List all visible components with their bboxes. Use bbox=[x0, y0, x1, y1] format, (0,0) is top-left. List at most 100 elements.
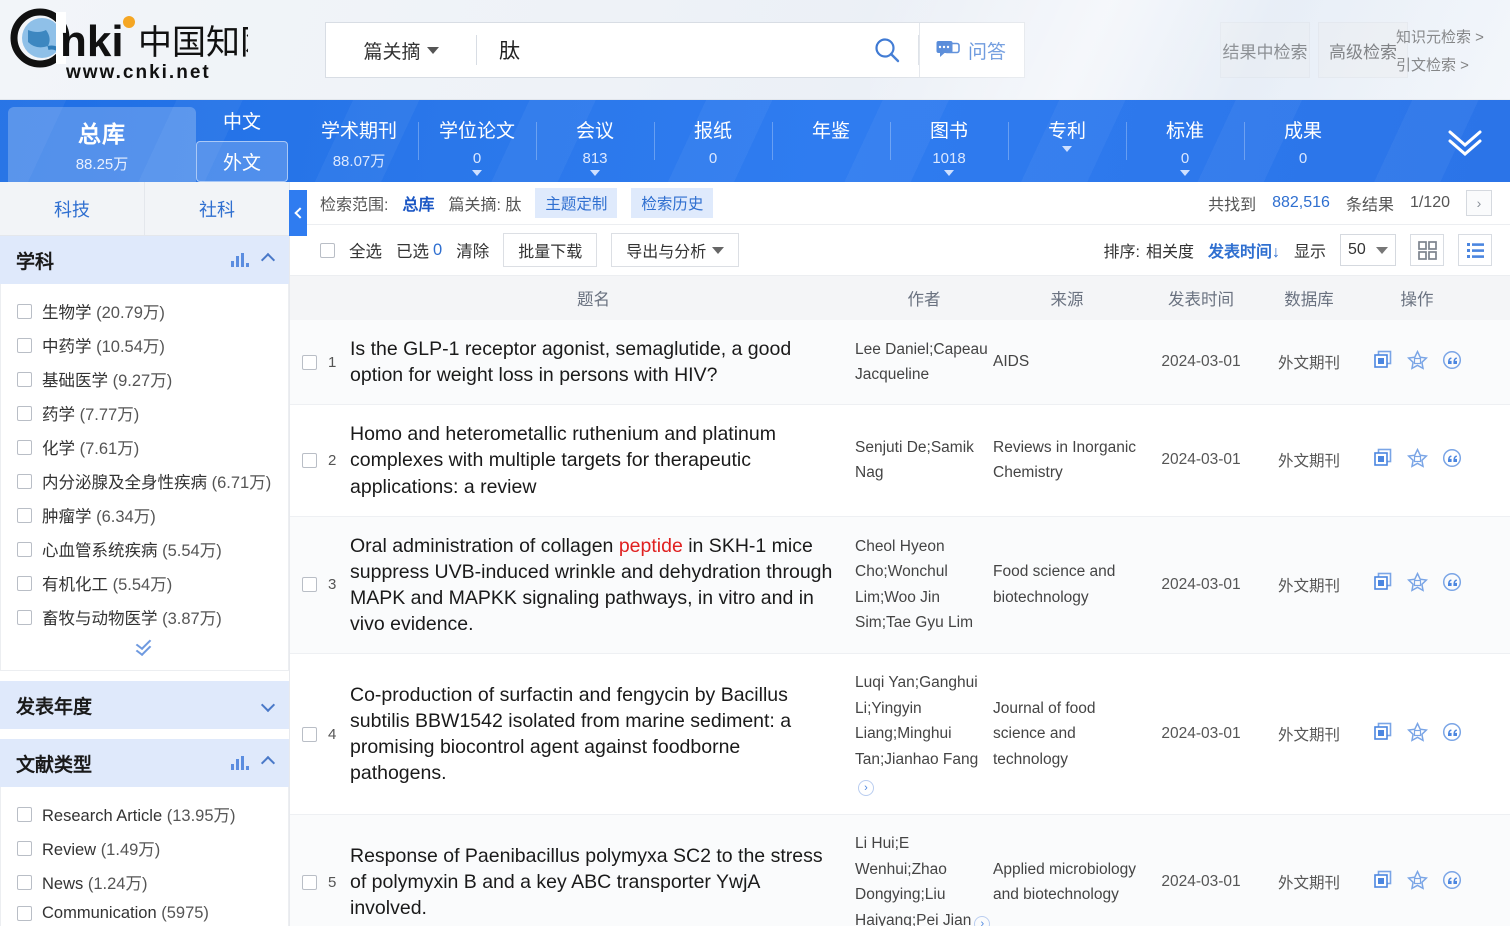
quote-icon[interactable] bbox=[1442, 350, 1462, 375]
filter-checkbox[interactable] bbox=[17, 609, 32, 625]
nav-tab-3[interactable]: 报纸 0 bbox=[654, 100, 772, 182]
filter-checkbox[interactable] bbox=[17, 405, 32, 421]
row-checkbox[interactable] bbox=[301, 577, 317, 593]
grid-view-button[interactable] bbox=[1410, 234, 1444, 266]
batch-download-button[interactable]: 批量下载 bbox=[503, 233, 598, 267]
filter-item[interactable]: 内分泌腺及全身性疾病 (6.71万) bbox=[1, 464, 288, 498]
search-in-results-button[interactable]: 结果中检索 bbox=[1220, 22, 1310, 78]
select-all-label[interactable]: 全选 bbox=[349, 238, 382, 262]
quote-icon[interactable] bbox=[1442, 870, 1462, 895]
lang-tab-foreign[interactable]: 外文 bbox=[196, 141, 288, 182]
filter-group-header[interactable]: 发表年度 bbox=[0, 681, 289, 729]
filter-checkbox[interactable] bbox=[17, 303, 32, 319]
table-row[interactable]: 4 Co-production of surfactin and fengycin… bbox=[290, 654, 1510, 815]
nav-tab-0[interactable]: 学术期刊 88.07万 bbox=[300, 100, 418, 182]
filter-item[interactable]: News (1.24万) bbox=[1, 865, 288, 899]
chevron-up-icon[interactable] bbox=[260, 252, 276, 268]
table-row[interactable]: 1 Is the GLP-1 receptor agonist, semaglut… bbox=[290, 320, 1510, 406]
nav-expand-button[interactable] bbox=[1442, 124, 1488, 165]
next-page-button[interactable]: › bbox=[1466, 190, 1492, 216]
filter-item[interactable]: 药学 (7.77万) bbox=[1, 396, 288, 430]
copy-icon[interactable] bbox=[1373, 572, 1393, 597]
nav-tab-total[interactable]: 总库 88.25万 bbox=[8, 107, 196, 182]
filter-item[interactable]: 有机化工 (5.54万) bbox=[1, 566, 288, 600]
sidebar-collapse-button[interactable] bbox=[289, 190, 307, 236]
chevron-up-icon[interactable] bbox=[260, 755, 276, 771]
citation-search-link[interactable]: 引文检索 > bbox=[1396, 52, 1484, 80]
result-title[interactable]: Homo and heterometallic ruthenium and pl… bbox=[350, 423, 776, 497]
export-analyze-button[interactable]: 导出与分析 bbox=[611, 233, 740, 267]
more-authors-button[interactable]: › bbox=[858, 780, 874, 797]
sort-by-date[interactable]: 发表时间↓ bbox=[1208, 238, 1280, 262]
search-category-dropdown[interactable]: 篇关摘 bbox=[326, 23, 476, 77]
filter-item[interactable]: 心血管系统疾病 (5.54万) bbox=[1, 532, 288, 566]
nav-tab-6[interactable]: 专利 bbox=[1008, 100, 1126, 182]
scope-database[interactable]: 总库 bbox=[402, 191, 434, 215]
qa-button[interactable]: 问答 bbox=[918, 23, 1024, 77]
result-title[interactable]: Oral administration of collagen peptide … bbox=[350, 535, 832, 635]
chart-icon[interactable] bbox=[231, 253, 249, 267]
row-checkbox[interactable] bbox=[301, 452, 317, 468]
sidebar-tab-social[interactable]: 社科 bbox=[144, 182, 289, 236]
filter-checkbox[interactable] bbox=[17, 337, 32, 353]
filter-item[interactable]: Research Article (13.95万) bbox=[1, 797, 288, 831]
chart-icon[interactable] bbox=[231, 756, 249, 770]
advanced-search-button[interactable]: 高级检索 bbox=[1318, 22, 1408, 78]
filter-item[interactable]: 化学 (7.61万) bbox=[1, 430, 288, 464]
nav-tab-8[interactable]: 成果 0 bbox=[1244, 100, 1362, 182]
result-title[interactable]: Co-production of surfactin and fengycin … bbox=[350, 684, 791, 784]
copy-icon[interactable] bbox=[1373, 448, 1393, 473]
filter-item[interactable]: 基础医学 (9.27万) bbox=[1, 362, 288, 396]
filter-checkbox[interactable] bbox=[17, 840, 32, 856]
result-title[interactable]: Is the GLP-1 receptor agonist, semagluti… bbox=[350, 338, 791, 386]
filter-item[interactable]: 中药学 (10.54万) bbox=[1, 328, 288, 362]
nav-tab-2[interactable]: 会议 813 bbox=[536, 100, 654, 182]
select-all-checkbox[interactable] bbox=[320, 242, 335, 258]
filter-checkbox[interactable] bbox=[17, 473, 32, 489]
favorite-star-icon[interactable] bbox=[1406, 349, 1428, 375]
result-source[interactable]: Journal of food science and technology bbox=[993, 700, 1096, 768]
favorite-star-icon[interactable] bbox=[1406, 721, 1428, 747]
cnki-logo[interactable]: nki 中国知网 www.cnki.net bbox=[8, 8, 248, 88]
nav-tab-5[interactable]: 图书 1018 bbox=[890, 100, 1008, 182]
quote-icon[interactable] bbox=[1442, 448, 1462, 473]
favorite-star-icon[interactable] bbox=[1406, 869, 1428, 895]
row-checkbox[interactable] bbox=[301, 354, 317, 370]
search-history-chip[interactable]: 检索历史 bbox=[631, 188, 714, 218]
filter-item[interactable]: 生物学 (20.79万) bbox=[1, 294, 288, 328]
filter-item[interactable]: Communication (5975) bbox=[1, 899, 288, 926]
nav-tab-7[interactable]: 标准 0 bbox=[1126, 100, 1244, 182]
filter-checkbox[interactable] bbox=[17, 806, 32, 822]
page-size-select[interactable]: 50 bbox=[1340, 234, 1396, 266]
table-row[interactable]: 3 Oral administration of collagen peptide… bbox=[290, 516, 1510, 655]
filter-checkbox[interactable] bbox=[17, 874, 32, 890]
filter-group-header[interactable]: 文献类型 bbox=[0, 739, 289, 787]
copy-icon[interactable] bbox=[1373, 350, 1393, 375]
filter-item[interactable]: 畜牧与动物医学 (3.87万) bbox=[1, 600, 288, 634]
filter-item[interactable]: Review (1.49万) bbox=[1, 831, 288, 865]
row-checkbox[interactable] bbox=[301, 726, 317, 742]
search-button[interactable] bbox=[856, 23, 918, 77]
nav-tab-4[interactable]: 年鉴 bbox=[772, 100, 890, 182]
filter-group-header[interactable]: 学科 bbox=[0, 236, 289, 284]
result-source[interactable]: Applied microbiology and biotechnology bbox=[993, 861, 1136, 904]
table-row[interactable]: 5 Response of Paenibacillus polymyxa SC2 … bbox=[290, 814, 1510, 926]
filter-checkbox[interactable] bbox=[17, 439, 32, 455]
result-title[interactable]: Response of Paenibacillus polymyxa SC2 t… bbox=[350, 845, 823, 919]
clear-selection-button[interactable]: 清除 bbox=[456, 238, 489, 262]
favorite-star-icon[interactable] bbox=[1406, 572, 1428, 597]
favorite-star-icon[interactable] bbox=[1406, 447, 1428, 473]
quote-icon[interactable] bbox=[1442, 572, 1462, 597]
filter-checkbox[interactable] bbox=[17, 507, 32, 523]
result-source[interactable]: AIDS bbox=[993, 353, 1029, 370]
copy-icon[interactable] bbox=[1373, 870, 1393, 895]
filter-checkbox[interactable] bbox=[17, 371, 32, 387]
result-source[interactable]: Reviews in Inorganic Chemistry bbox=[993, 439, 1136, 482]
more-authors-button[interactable]: › bbox=[974, 915, 991, 926]
list-view-button[interactable] bbox=[1458, 234, 1492, 266]
sort-by-relevance[interactable]: 相关度 bbox=[1146, 238, 1194, 262]
quote-icon[interactable] bbox=[1442, 722, 1462, 747]
filter-show-more-button[interactable] bbox=[1, 634, 288, 664]
sidebar-tab-science[interactable]: 科技 bbox=[0, 182, 144, 236]
lang-tab-chinese[interactable]: 中文 bbox=[196, 100, 288, 141]
